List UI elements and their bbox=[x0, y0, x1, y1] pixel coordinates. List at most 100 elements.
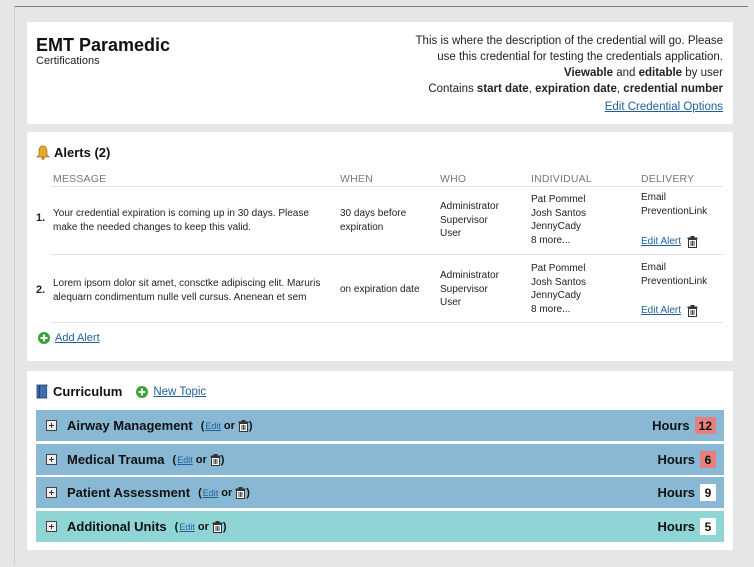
individual-item: Josh Santos bbox=[531, 207, 587, 219]
alert-message-line: alequarn condimentum nulle vell cursus. … bbox=[53, 291, 307, 303]
alert-actions: Edit Alert bbox=[641, 304, 698, 318]
edit-topic-link[interactable]: Edit bbox=[203, 488, 219, 498]
edit-credential-options-link[interactable]: Edit Credential Options bbox=[605, 101, 723, 113]
col-message: MESSAGE bbox=[53, 173, 107, 185]
or-label: or bbox=[223, 419, 235, 432]
plus-circle-icon[interactable] bbox=[38, 332, 50, 344]
alert-when-line: 30 days before bbox=[340, 208, 407, 219]
topic-edit-controls: (Edit or) bbox=[198, 486, 250, 499]
col-individual: INDIVIDUAL bbox=[531, 173, 592, 185]
by-user-label: by user bbox=[685, 67, 723, 79]
alerts-heading: Alerts (2) bbox=[36, 145, 110, 160]
col-when: WHEN bbox=[340, 173, 373, 185]
curriculum-heading: Curriculum New Topic bbox=[36, 384, 206, 399]
alert-when-line: expiration bbox=[340, 221, 384, 233]
alert-who: Administrator Supervisor User bbox=[440, 269, 499, 310]
topic-hours: Hours 9 bbox=[657, 484, 716, 501]
credential-header-panel: EMT Paramedic Certifications This is whe… bbox=[27, 22, 733, 124]
topic-edit-controls: (Edit or) bbox=[172, 453, 225, 466]
curriculum-panel: Curriculum New Topic Airway Management (E… bbox=[27, 371, 733, 550]
individual-item: JennyCady bbox=[531, 221, 582, 232]
alert-message-line: Lorem ipsom dolor sit amet, consctke adi… bbox=[53, 278, 321, 289]
individual-item: JennyCady bbox=[531, 290, 582, 301]
individual-item: Pat Pommel bbox=[531, 263, 586, 274]
alert-who: Administrator Supervisor User bbox=[440, 200, 499, 241]
edit-topic-link[interactable]: Edit bbox=[205, 421, 221, 431]
hours-value: 9 bbox=[700, 484, 716, 501]
add-alert-link[interactable]: Add Alert bbox=[55, 332, 100, 344]
hours-label: Hours bbox=[657, 452, 695, 467]
alerts-panel: Alerts (2) MESSAGE WHEN WHO INDIVIDUAL D… bbox=[27, 132, 733, 361]
hours-label: Hours bbox=[652, 418, 690, 433]
alert-when-line: on expiration date bbox=[340, 284, 420, 295]
who-item: User bbox=[440, 297, 462, 308]
col-delivery: DELIVERY bbox=[641, 173, 695, 185]
alert-message-line: make the needed changes to keep this val… bbox=[53, 221, 251, 233]
description-line-2: use this credential for testing the cred… bbox=[437, 51, 723, 63]
curriculum-heading-text: Curriculum bbox=[53, 384, 123, 399]
alert-message: Lorem ipsom dolor sit amet, consctke adi… bbox=[53, 277, 320, 304]
trash-icon[interactable] bbox=[238, 419, 249, 432]
individual-more-link[interactable]: 8 more... bbox=[531, 303, 586, 317]
alert-individuals: Pat Pommel Josh Santos JennyCady 8 more.… bbox=[531, 193, 586, 247]
expand-icon[interactable] bbox=[46, 420, 57, 431]
topic-hours: Hours 6 bbox=[657, 451, 716, 468]
topic-hours: Hours 12 bbox=[652, 417, 716, 434]
topic-edit-controls: (Edit or) bbox=[174, 520, 227, 533]
curriculum-topic-row[interactable]: Additional Units (Edit or) Hours 5 bbox=[36, 511, 724, 542]
row-divider bbox=[51, 322, 723, 323]
individual-item: Pat Pommel bbox=[531, 194, 586, 205]
topic-name: Patient Assessment bbox=[67, 485, 191, 500]
viewable-label: Viewable bbox=[564, 67, 614, 79]
start-date-label: start date bbox=[476, 83, 529, 95]
individual-item: Josh Santos bbox=[531, 276, 587, 288]
editable-label: editable bbox=[638, 67, 683, 79]
alert-message-line: Your credential expiration is coming up … bbox=[53, 208, 309, 219]
edit-alert-link[interactable]: Edit Alert bbox=[641, 235, 681, 249]
and-label: and bbox=[616, 67, 636, 79]
edit-alert-link[interactable]: Edit Alert bbox=[641, 304, 681, 318]
individual-more-link[interactable]: 8 more... bbox=[531, 234, 586, 248]
trash-icon[interactable] bbox=[687, 304, 698, 317]
contains-label: Contains bbox=[428, 83, 474, 95]
bell-icon bbox=[36, 145, 50, 160]
description-line-1: This is where the description of the cre… bbox=[415, 35, 723, 47]
plus-circle-icon[interactable] bbox=[136, 385, 149, 398]
expand-icon[interactable] bbox=[46, 454, 57, 465]
credential-category: Certifications bbox=[36, 55, 100, 67]
alert-actions: Edit Alert bbox=[641, 235, 698, 249]
curriculum-topic-row[interactable]: Patient Assessment (Edit or) Hours 9 bbox=[36, 477, 724, 508]
credential-number-label: credential number bbox=[623, 83, 723, 95]
add-alert-control[interactable]: Add Alert bbox=[38, 332, 100, 344]
trash-icon[interactable] bbox=[212, 520, 223, 533]
curriculum-topic-row[interactable]: Medical Trauma (Edit or) Hours 6 bbox=[36, 444, 724, 475]
alerts-heading-text: Alerts (2) bbox=[54, 145, 111, 160]
trash-icon[interactable] bbox=[687, 235, 698, 248]
alert-delivery: Email PreventionLink bbox=[641, 191, 707, 218]
hours-value: 6 bbox=[700, 451, 716, 468]
credential-title: EMT Paramedic bbox=[36, 35, 171, 55]
who-item: User bbox=[440, 228, 462, 239]
alert-delivery: Email PreventionLink bbox=[641, 261, 707, 288]
trash-icon[interactable] bbox=[235, 486, 246, 499]
delivery-item: Email bbox=[641, 192, 667, 203]
who-item: Administrator bbox=[440, 201, 499, 212]
edit-topic-link[interactable]: Edit bbox=[179, 522, 195, 532]
hours-value: 12 bbox=[694, 417, 716, 434]
expand-icon[interactable] bbox=[46, 521, 57, 532]
hours-value: 5 bbox=[700, 518, 716, 535]
expand-icon[interactable] bbox=[46, 487, 57, 498]
new-topic-control[interactable]: New Topic bbox=[136, 385, 206, 398]
topic-name: Airway Management bbox=[67, 418, 193, 433]
credential-description: This is where the description of the cre… bbox=[383, 33, 723, 115]
new-topic-link[interactable]: New Topic bbox=[153, 386, 206, 398]
book-icon bbox=[36, 384, 49, 399]
trash-icon[interactable] bbox=[210, 453, 221, 466]
delivery-item: Email bbox=[641, 262, 667, 273]
edit-topic-link[interactable]: Edit bbox=[177, 455, 193, 465]
topic-name: Additional Units bbox=[67, 519, 167, 534]
row-divider bbox=[51, 254, 723, 255]
delivery-item: PreventionLink bbox=[641, 275, 708, 287]
col-who: WHO bbox=[440, 173, 467, 185]
curriculum-topic-row[interactable]: Airway Management (Edit or) Hours 12 bbox=[36, 410, 724, 441]
